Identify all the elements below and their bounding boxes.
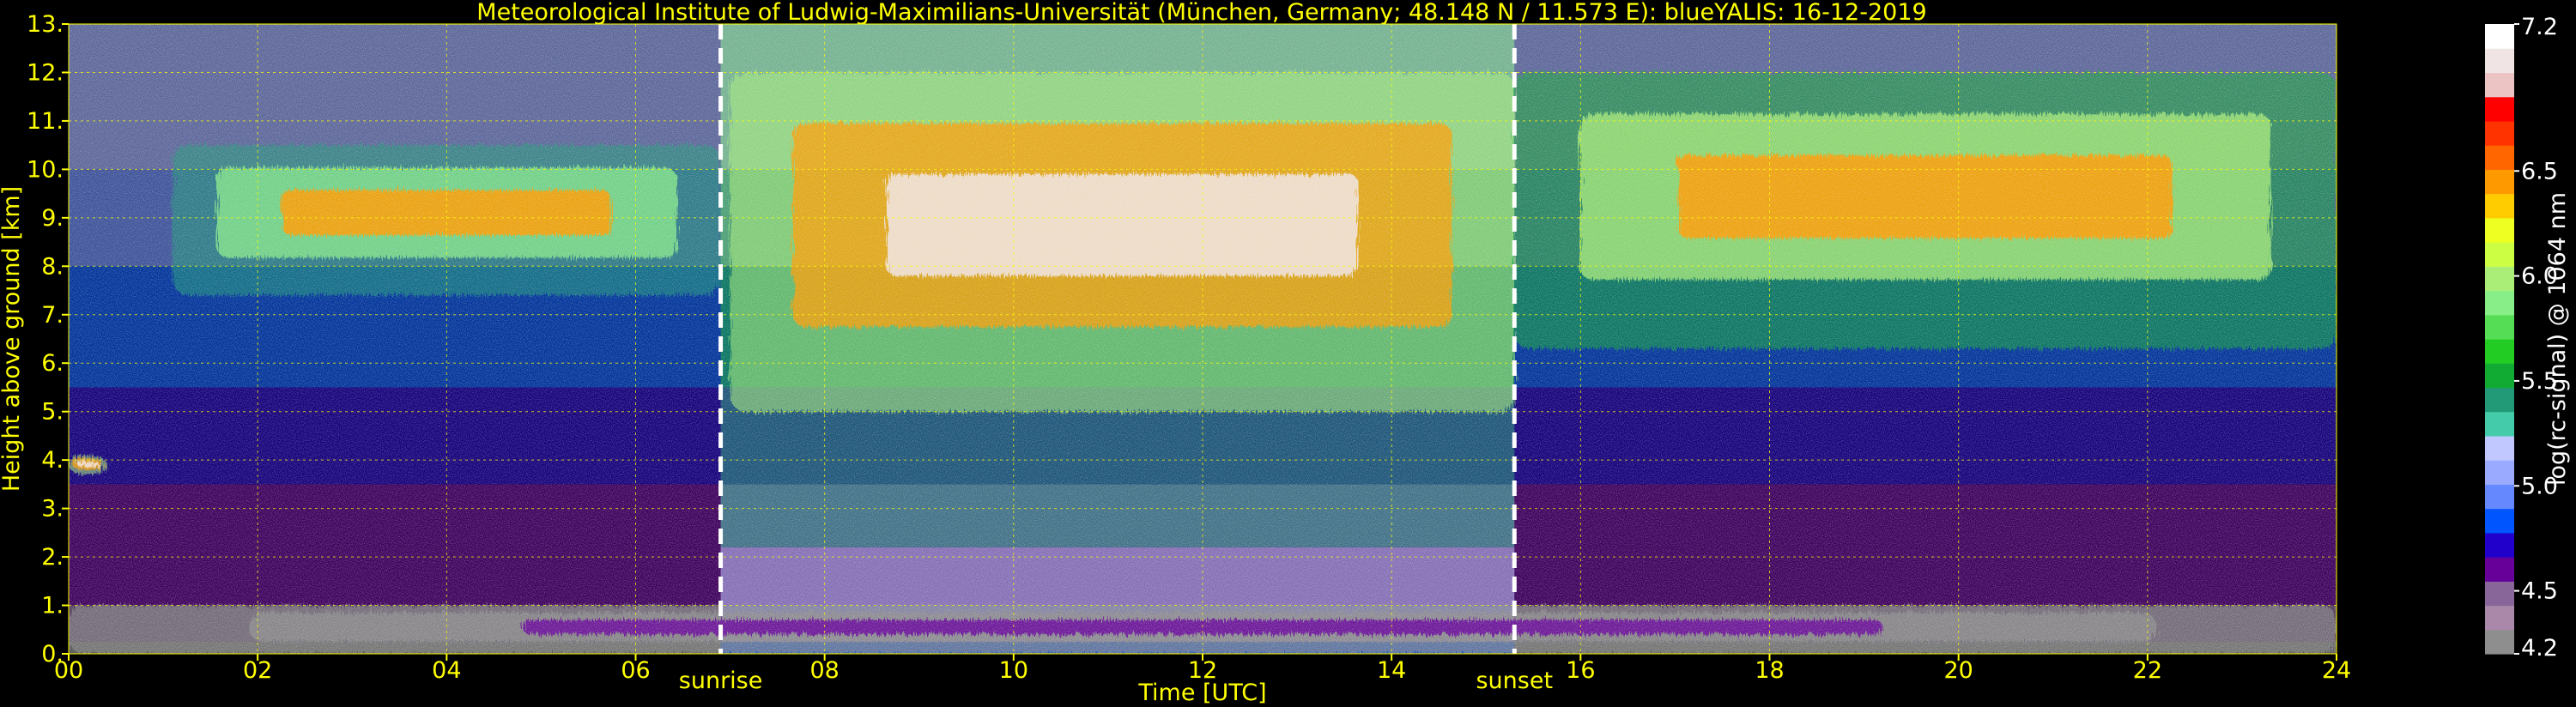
colorbar-swatch — [2485, 169, 2514, 195]
y-tick-label: 2. — [41, 544, 64, 571]
colorbar-label: log(rc-signal) @ 1064 nm — [2544, 192, 2571, 486]
colorbar-swatch — [2485, 629, 2514, 655]
colorbar-swatch — [2485, 120, 2514, 146]
x-tick-label: 06 — [621, 657, 650, 684]
colorbar-swatch — [2485, 145, 2514, 170]
colorbar-swatch — [2485, 24, 2514, 49]
marker-label-sunset: sunset — [1476, 668, 1553, 694]
colorbar-swatch — [2485, 508, 2514, 534]
y-tick-label: 9. — [41, 205, 64, 232]
x-tick-label: 22 — [2133, 657, 2162, 684]
colorbar-swatch — [2485, 339, 2514, 364]
lidar-chart: Meteorological Institute of Ludwig-Maxim… — [0, 0, 2571, 706]
colorbar-swatch — [2485, 217, 2514, 243]
x-tick-label: 24 — [2322, 657, 2351, 684]
chart-title: Meteorological Institute of Ludwig-Maxim… — [476, 0, 1926, 26]
colorbar-swatch — [2485, 314, 2514, 340]
colorbar-swatch — [2485, 532, 2514, 558]
y-tick-label: 7. — [41, 302, 64, 329]
y-tick-label: 6. — [41, 350, 64, 377]
x-tick-label: 10 — [999, 657, 1028, 684]
y-tick-label: 8. — [41, 253, 64, 280]
colorbar-swatch — [2485, 96, 2514, 122]
y-tick-label: 3. — [41, 496, 64, 523]
y-axis-label: Height above ground [km] — [0, 186, 25, 492]
colorbar-swatch — [2485, 72, 2514, 98]
x-axis-label: Time [UTC] — [1137, 680, 1266, 706]
colorbar-tick-label: 4.2 — [2521, 635, 2558, 662]
y-tick-label: 1. — [41, 593, 64, 619]
x-tick-label: 16 — [1566, 657, 1595, 684]
x-tick-label: 20 — [1943, 657, 1973, 684]
y-tick-label: 5. — [41, 399, 64, 426]
marker-label-sunrise: sunrise — [679, 668, 763, 694]
x-tick-label: 04 — [432, 657, 461, 684]
y-tick-label: 0. — [41, 641, 64, 668]
x-tick-label: 08 — [809, 657, 839, 684]
y-tick-label: 12. — [27, 59, 64, 86]
colorbar-tick-label: 7.2 — [2521, 14, 2558, 40]
colorbar-swatch — [2485, 290, 2514, 316]
x-tick-label: 18 — [1755, 657, 1784, 684]
colorbar-swatch — [2485, 435, 2514, 461]
colorbar-swatch — [2485, 484, 2514, 510]
colorbar-swatch — [2485, 460, 2514, 485]
colorbar-swatch — [2485, 266, 2514, 292]
colorbar-swatch — [2485, 242, 2514, 267]
x-tick-label: 14 — [1377, 657, 1406, 684]
colorbar-swatch — [2485, 387, 2514, 413]
colorbar-swatch — [2485, 193, 2514, 219]
colorbar-tick-label: 6.5 — [2521, 158, 2558, 184]
y-tick-label: 10. — [27, 156, 64, 183]
colorbar-swatch — [2485, 581, 2514, 607]
colorbar-swatch — [2485, 363, 2514, 389]
y-tick-label: 11. — [27, 108, 64, 135]
y-ticks: 0. 1. 2. 3. 4. 5. 6. 7. 8. 9. 10. 11. 12. 13. — [27, 11, 69, 668]
colorbar-tick-label: 4.5 — [2521, 578, 2558, 605]
y-tick-label: 13. — [27, 11, 64, 38]
colorbar-swatch — [2485, 411, 2514, 437]
colorbar-swatch — [2485, 48, 2514, 74]
colorbar — [2485, 24, 2514, 655]
x-tick-label: 02 — [243, 657, 272, 684]
colorbar-swatch — [2485, 605, 2514, 631]
y-tick-label: 4. — [41, 447, 64, 474]
colorbar-swatch — [2485, 557, 2514, 582]
